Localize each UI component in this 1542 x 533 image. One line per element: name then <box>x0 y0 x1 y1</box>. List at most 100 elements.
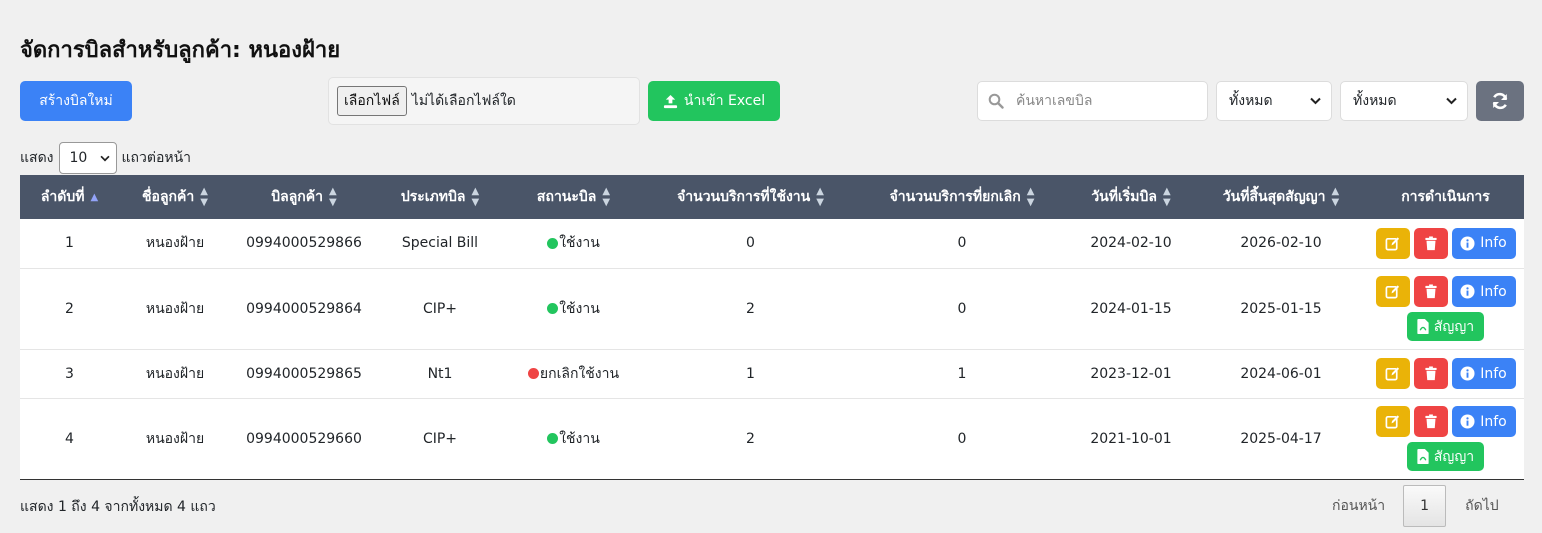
info-button[interactable]: Info <box>1451 276 1516 307</box>
edit-button[interactable] <box>1375 227 1410 259</box>
column-header-no[interactable]: ลำดับที่ ▲ <box>20 175 119 219</box>
info-label: Info <box>1480 235 1507 252</box>
cell-no: 4 <box>65 430 74 447</box>
page-length-prefix: แสดง <box>20 150 54 166</box>
column-header-label: จำนวนบริการที่ยกเลิก <box>889 189 1021 205</box>
cell-start-date: 2024-01-15 <box>1090 300 1172 317</box>
type-filter-value: ทั้งหมด <box>1229 93 1273 109</box>
cell-customer: หนองฝ้าย <box>145 235 205 252</box>
edit-button[interactable] <box>1375 406 1410 437</box>
cell-start-date: 2023-12-01 <box>1090 365 1172 382</box>
status-dot-icon <box>547 433 559 444</box>
sort-icon: ▲ ▼ <box>816 186 824 208</box>
page-length-select[interactable]: 10 <box>58 142 117 174</box>
cell-bill: 0994000529866 <box>246 235 362 252</box>
choose-file-button[interactable]: เลือกไฟล์ <box>337 86 407 116</box>
edit-button[interactable] <box>1375 276 1410 307</box>
status-label: ใช้งาน <box>559 430 600 447</box>
sort-icon: ▲ ▼ <box>200 186 208 208</box>
column-header-active-count[interactable]: จำนวนบริการที่ใช้งาน ▲ ▼ <box>644 175 857 219</box>
column-header-cancelled-count[interactable]: จำนวนบริการที่ยกเลิก ▲ ▼ <box>857 175 1067 219</box>
file-input[interactable]: เลือกไฟล์ ไม่ได้เลือกไฟล์ใด <box>328 77 640 125</box>
edit-icon <box>1385 284 1400 299</box>
import-excel-button[interactable]: นำเข้า Excel <box>648 81 780 121</box>
column-header-bill[interactable]: บิลลูกค้า ▲ ▼ <box>231 175 377 219</box>
status-filter-value: ทั้งหมด <box>1353 93 1397 109</box>
table-row: 3 หนองฝ้าย 0994000529865 Nt1 ยกเลิกใช้งาน 1 1 2… <box>20 349 1524 398</box>
pdf-file-icon <box>1417 449 1429 464</box>
page-number-button[interactable]: 1 <box>1403 485 1447 527</box>
cell-cancelled-count: 0 <box>957 235 967 252</box>
sort-asc-icon: ▲ <box>90 191 99 203</box>
table-row: 4 หนองฝ้าย 0994000529660 CIP+ ใช้งาน 2 0 2021-1… <box>20 398 1524 479</box>
trash-icon <box>1424 236 1438 251</box>
cell-start-date: 2021-10-01 <box>1090 430 1172 447</box>
table-info-text: แสดง 1 ถึง 4 จากทั้งหมด 4 แถว <box>20 499 216 515</box>
column-header-label: การดำเนินการ <box>1401 189 1490 205</box>
info-icon <box>1460 414 1475 429</box>
cell-customer: หนองฝ้าย <box>145 430 205 447</box>
column-header-end-date[interactable]: วันที่สิ้นสุดสัญญา ▲ ▼ <box>1195 175 1367 219</box>
search-box <box>977 81 1208 121</box>
search-icon <box>988 93 1004 109</box>
contract-button[interactable]: สัญญา <box>1407 312 1484 341</box>
info-button[interactable]: Info <box>1451 358 1516 389</box>
column-header-label: วันที่สิ้นสุดสัญญา <box>1222 189 1326 205</box>
contract-button[interactable]: สัญญา <box>1407 442 1484 471</box>
info-button[interactable]: Info <box>1451 227 1516 259</box>
column-header-label: สถานะบิล <box>536 189 597 205</box>
delete-button[interactable] <box>1413 276 1448 307</box>
column-header-label: บิลลูกค้า <box>271 189 324 205</box>
cell-end-date: 2024-06-01 <box>1240 365 1322 382</box>
create-bill-button[interactable]: สร้างบิลใหม่ <box>20 81 132 121</box>
info-icon <box>1460 366 1475 381</box>
column-header-status[interactable]: สถานะบิล ▲ ▼ <box>503 175 644 219</box>
column-header-customer[interactable]: ชื่อลูกค้า ▲ ▼ <box>119 175 231 219</box>
delete-button[interactable] <box>1413 227 1448 259</box>
cell-no: 3 <box>65 365 74 382</box>
cell-active-count: 2 <box>746 300 755 317</box>
cell-end-date: 2026-02-10 <box>1240 235 1322 252</box>
type-filter-select[interactable]: ทั้งหมด <box>1216 81 1332 121</box>
cell-type: Special Bill <box>401 235 479 252</box>
column-header-start-date[interactable]: วันที่เริ่มบิล ▲ ▼ <box>1067 175 1195 219</box>
status-filter-select[interactable]: ทั้งหมด <box>1340 81 1468 121</box>
bills-table-container: ลำดับที่ ▲ ชื่อลูกค้า ▲ ▼ บิลลูกค้า ▲ ▼ ประเภ… <box>20 175 1524 480</box>
delete-button[interactable] <box>1413 358 1448 389</box>
column-header-type[interactable]: ประเภทบิล ▲ ▼ <box>377 175 503 219</box>
cell-active-count: 2 <box>746 430 755 447</box>
page-length-control: แสดง 10 แถวต่อหน้า <box>20 142 191 174</box>
chevron-down-icon <box>1446 97 1457 105</box>
sort-icon: ▲ ▼ <box>471 186 480 208</box>
info-icon <box>1460 284 1475 299</box>
next-page-button[interactable]: ถัดไป <box>1446 495 1517 517</box>
table-row: 2 หนองฝ้าย 0994000529864 CIP+ ใช้งาน 2 0 2024-0… <box>20 268 1524 349</box>
cell-type: Nt1 <box>427 365 453 382</box>
trash-icon <box>1424 414 1438 429</box>
import-excel-label: นำเข้า Excel <box>683 93 766 109</box>
edit-button[interactable] <box>1375 358 1410 389</box>
previous-page-button[interactable]: ก่อนหน้า <box>1318 495 1403 517</box>
pagination: ก่อนหน้า 1 ถัดไป <box>1318 485 1517 527</box>
info-icon <box>1460 236 1475 251</box>
info-label: Info <box>1480 283 1507 300</box>
cell-bill: 0994000529865 <box>246 365 362 382</box>
sort-icon: ▲ ▼ <box>329 186 337 208</box>
chevron-down-icon <box>99 155 110 162</box>
info-button[interactable]: Info <box>1451 406 1516 437</box>
sort-icon: ▲ ▼ <box>1162 186 1171 208</box>
cell-active-count: 1 <box>746 365 755 382</box>
refresh-button[interactable] <box>1476 81 1524 121</box>
column-header-label: จำนวนบริการที่ใช้งาน <box>677 189 811 205</box>
info-label: Info <box>1480 413 1507 430</box>
edit-icon <box>1385 236 1400 251</box>
column-header-label: ชื่อลูกค้า <box>142 189 195 205</box>
cell-status: ยกเลิกใช้งาน <box>503 349 644 398</box>
search-input[interactable] <box>1016 93 1196 109</box>
cell-bill: 0994000529660 <box>246 430 362 447</box>
delete-button[interactable] <box>1413 406 1448 437</box>
sort-icon: ▲ ▼ <box>1026 186 1035 208</box>
cell-status: ใช้งาน <box>503 219 644 268</box>
pdf-file-icon <box>1417 319 1429 334</box>
trash-icon <box>1424 366 1438 381</box>
